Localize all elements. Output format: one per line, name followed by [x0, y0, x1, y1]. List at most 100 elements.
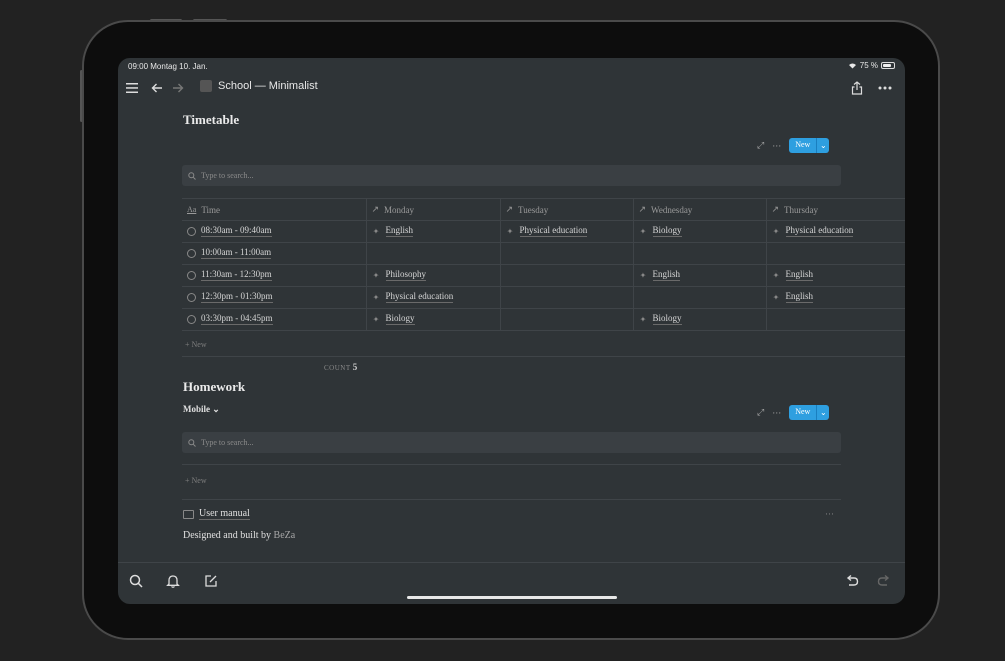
credit-prefix: Designed and built by [183, 530, 272, 541]
subject-link[interactable]: English [785, 269, 814, 281]
time-cell[interactable]: 11:30am - 12:30pm [182, 264, 367, 287]
page-title[interactable]: School — Minimalist [200, 80, 318, 92]
column-header-tuesday[interactable]: ↗ Tuesday [500, 198, 634, 221]
column-label: Time [201, 204, 221, 215]
thursday-cell[interactable] [766, 242, 905, 265]
time-cell[interactable]: 03:30pm - 04:45pm [182, 308, 367, 331]
wednesday-cell[interactable]: ✦ Biology [633, 308, 767, 331]
monday-cell[interactable] [366, 242, 501, 265]
wifi-icon [848, 63, 856, 69]
expand-icon[interactable]: ⤢ [757, 407, 764, 418]
credit-line: Designed and built by BeZa [183, 530, 295, 541]
subject-link[interactable]: Biology [385, 313, 415, 325]
column-header-time[interactable]: Aa Time [182, 198, 367, 221]
more-icon[interactable] [876, 81, 894, 95]
table-row[interactable]: 10:00am - 11:00am [182, 242, 905, 265]
column-header-thursday[interactable]: ↗ Thursday [766, 198, 905, 221]
forward-arrow-icon[interactable] [171, 81, 185, 95]
page-title-text: School — Minimalist [218, 80, 318, 92]
subject-link[interactable]: Biology [652, 225, 682, 237]
wednesday-cell[interactable]: ✦ English [633, 264, 767, 287]
thursday-cell[interactable]: ✦ English [766, 264, 905, 287]
tuesday-cell[interactable]: ✦ Physical education [500, 220, 634, 243]
subject-link[interactable]: English [785, 291, 814, 303]
new-label: New [795, 407, 811, 416]
clock-icon [187, 248, 196, 258]
more-options-icon[interactable]: ··· [772, 141, 781, 151]
timetable-search[interactable]: Type to search... [182, 165, 841, 186]
subject-link[interactable]: Biology [652, 313, 682, 325]
tuesday-cell[interactable] [500, 286, 634, 309]
subject-link[interactable]: Physical education [785, 225, 854, 237]
timetable-add-row[interactable]: + New [185, 340, 207, 349]
subject-link[interactable]: Physical education [519, 225, 588, 237]
subject-link[interactable]: Physical education [385, 291, 454, 303]
column-header-monday[interactable]: ↗ Monday [366, 198, 501, 221]
search-icon [188, 171, 196, 180]
subject-link[interactable]: English [652, 269, 681, 281]
undo-icon[interactable] [844, 573, 860, 589]
subject-icon: ✦ [372, 292, 380, 302]
tuesday-cell[interactable] [500, 242, 634, 265]
column-label: Wednesday [651, 204, 693, 215]
more-options-icon[interactable]: ··· [825, 509, 834, 519]
bell-icon[interactable] [165, 573, 181, 589]
time-cell[interactable]: 08:30am - 09:40am [182, 220, 367, 243]
user-manual-text: User manual [199, 508, 250, 520]
timetable-toolbar: ⤢ ··· New ⌄ [757, 138, 830, 153]
table-row[interactable]: 12:30pm - 01:30pm ✦ Physical education ✦ Eng… [182, 286, 905, 309]
time-value: 10:00am - 11:00am [201, 247, 272, 259]
timetable-new-button[interactable]: New ⌄ [789, 138, 830, 153]
monday-cell[interactable]: ✦ English [366, 220, 501, 243]
back-arrow-icon[interactable] [150, 81, 164, 95]
monday-cell[interactable]: ✦ Biology [366, 308, 501, 331]
tuesday-cell[interactable] [500, 308, 634, 331]
expand-icon[interactable]: ⤢ [757, 140, 764, 151]
homework-search[interactable]: Type to search... [182, 432, 841, 453]
relation-arrow-icon: ↗ [771, 204, 780, 214]
chevron-down-icon[interactable]: ⌄ [816, 138, 829, 153]
thursday-cell[interactable]: ✦ Physical education [766, 220, 905, 243]
wednesday-cell[interactable] [633, 286, 767, 309]
thursday-cell[interactable]: ✦ English [766, 286, 905, 309]
chevron-down-icon[interactable]: ⌄ [816, 405, 829, 420]
time-cell[interactable]: 10:00am - 11:00am [182, 242, 367, 265]
homework-new-button[interactable]: New ⌄ [789, 405, 830, 420]
relation-arrow-icon: ↗ [505, 204, 514, 214]
relation-arrow-icon: ↗ [638, 204, 647, 214]
user-manual-link[interactable]: User manual [183, 508, 250, 520]
homework-add-row[interactable]: + New [185, 476, 207, 485]
share-icon[interactable] [849, 80, 865, 96]
homework-view-selector[interactable]: Mobile ⌄ [183, 404, 220, 415]
monday-cell[interactable]: ✦ Philosophy [366, 264, 501, 287]
time-value: 12:30pm - 01:30pm [201, 291, 273, 303]
subject-link[interactable]: English [385, 225, 414, 237]
subject-link[interactable]: Philosophy [385, 269, 427, 281]
search-icon[interactable] [128, 573, 144, 589]
compose-icon[interactable] [203, 573, 219, 589]
thursday-cell[interactable] [766, 308, 905, 331]
menu-icon[interactable] [125, 81, 139, 95]
table-row[interactable]: 08:30am - 09:40am ✦ English ✦ Physical educa… [182, 220, 905, 243]
wednesday-cell[interactable] [633, 242, 767, 265]
monday-cell[interactable]: ✦ Physical education [366, 286, 501, 309]
table-row[interactable]: 11:30am - 12:30pm ✦ Philosophy ✦ English ✦ Eng… [182, 264, 905, 287]
wednesday-cell[interactable]: ✦ Biology [633, 220, 767, 243]
credit-author-link[interactable]: BeZa [274, 530, 296, 541]
homework-toolbar: ⤢ ··· New ⌄ [757, 405, 830, 420]
time-value: 03:30pm - 04:45pm [201, 313, 273, 325]
column-label: Thursday [784, 204, 819, 215]
time-cell[interactable]: 12:30pm - 01:30pm [182, 286, 367, 309]
subject-icon: ✦ [639, 270, 647, 280]
page-icon [200, 80, 212, 92]
subject-icon: ✦ [639, 314, 647, 324]
table-row[interactable]: 03:30pm - 04:45pm ✦ Biology ✦ Biology [182, 308, 905, 331]
subject-icon: ✦ [372, 270, 380, 280]
more-options-icon[interactable]: ··· [772, 408, 781, 418]
redo-icon[interactable] [876, 573, 892, 589]
status-time: 09:00 Montag 10. Jan. [128, 62, 208, 71]
tuesday-cell[interactable] [500, 264, 634, 287]
column-header-wednesday[interactable]: ↗ Wednesday [633, 198, 767, 221]
book-icon [183, 509, 194, 519]
clock-icon [187, 292, 196, 302]
